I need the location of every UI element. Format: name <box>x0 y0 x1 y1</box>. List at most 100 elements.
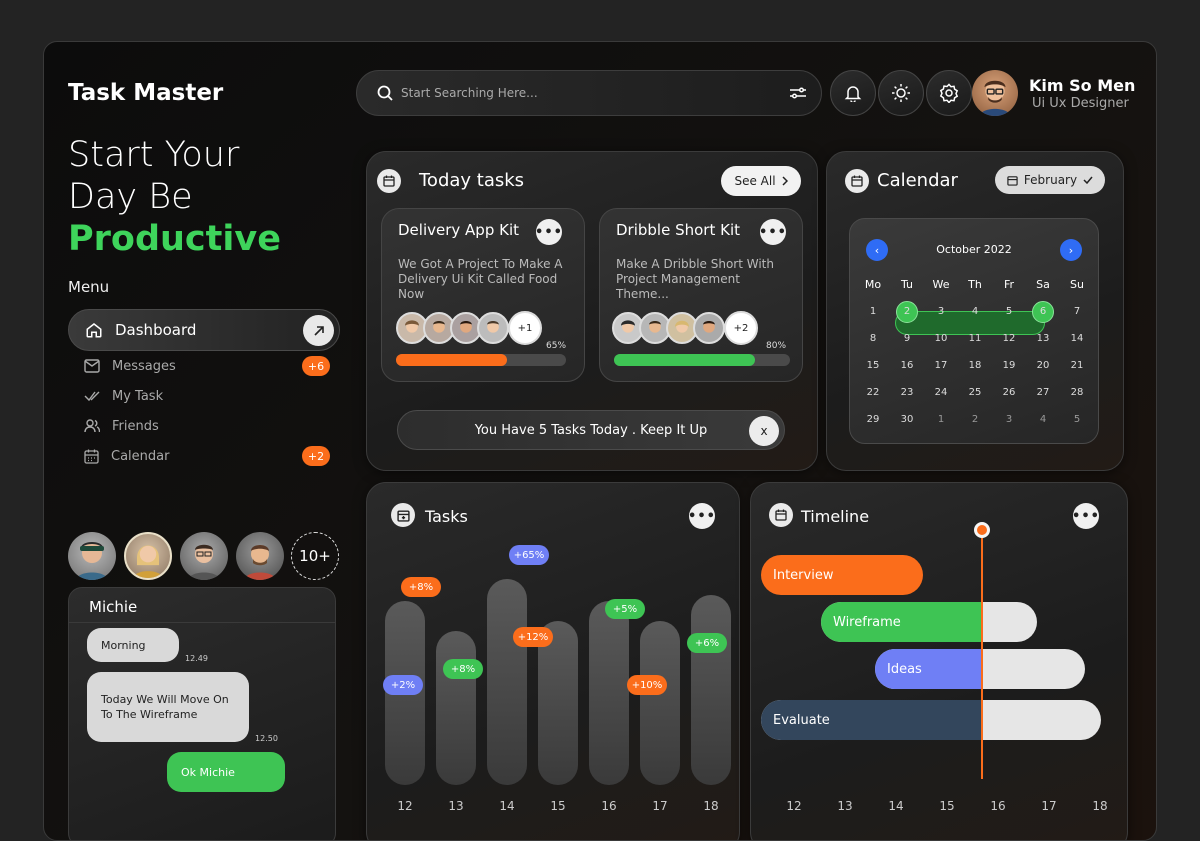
month-select[interactable]: February <box>995 166 1105 194</box>
calendar-day[interactable]: 2 <box>958 406 992 433</box>
x-axis-label: 15 <box>939 799 955 813</box>
weekday-label: Tu <box>900 278 914 291</box>
calendar-day[interactable]: 30 <box>890 406 924 433</box>
sidebar-item-messages[interactable]: Messages +6 <box>84 354 330 378</box>
settings-button[interactable] <box>926 70 972 116</box>
see-all-button[interactable]: See All <box>721 166 801 196</box>
x-axis-label: 18 <box>1092 799 1108 813</box>
timeline-marker-dot[interactable] <box>974 522 990 538</box>
calendar-day[interactable]: 16 <box>890 352 924 379</box>
user-avatar[interactable] <box>972 70 1018 116</box>
calendar-day[interactable]: 23 <box>890 379 924 406</box>
calendar-day[interactable]: 21 <box>1060 352 1094 379</box>
sidebar-item-label: My Task <box>112 388 164 404</box>
sidebar-item-my-task[interactable]: My Task <box>84 384 330 408</box>
task-card[interactable]: Delivery App Kit ••• We Got A Project To… <box>381 208 585 382</box>
sidebar-item-friends[interactable]: Friends <box>84 414 330 438</box>
calendar-day[interactable]: 20 <box>1026 352 1060 379</box>
calendar-day[interactable]: 14 <box>1060 325 1094 352</box>
calendar-icon <box>845 169 869 193</box>
task-bar[interactable] <box>436 631 476 785</box>
progress-percent: 80% <box>766 341 787 351</box>
task-card[interactable]: Dribble Short Kit ••• Make A Dribble Sho… <box>599 208 803 382</box>
more-options-button[interactable]: ••• <box>688 503 715 529</box>
notification-button[interactable] <box>830 70 876 116</box>
task-bar[interactable] <box>487 579 527 785</box>
home-icon <box>86 323 102 338</box>
timeline-current-marker <box>981 529 983 779</box>
check-icon <box>84 391 100 402</box>
contact-avatar[interactable] <box>236 532 284 580</box>
calendar-day[interactable]: 3 <box>924 298 958 325</box>
calendar-day[interactable]: 5 <box>1060 406 1094 433</box>
contact-avatar[interactable] <box>180 532 228 580</box>
timeline-bar[interactable]: Wireframe <box>821 602 983 642</box>
task-bar[interactable] <box>589 601 629 785</box>
task-card-title: Dribble Short Kit <box>616 221 740 239</box>
search-bar[interactable]: Start Searching Here... <box>356 70 822 116</box>
calendar-day[interactable]: 12 <box>992 325 1026 352</box>
calendar-day[interactable]: 15 <box>856 352 890 379</box>
x-axis-label: 18 <box>703 799 719 813</box>
bar-value-label: +12% <box>513 627 553 647</box>
calendar-day[interactable]: 9 <box>890 325 924 352</box>
calendar-day[interactable]: 24 <box>924 379 958 406</box>
calendar-day[interactable]: 28 <box>1060 379 1094 406</box>
more-members-button[interactable]: +2 <box>724 311 758 345</box>
calendar-day[interactable]: 27 <box>1026 379 1060 406</box>
filter-icon[interactable] <box>789 86 807 100</box>
weekday-label: Mo <box>864 278 882 291</box>
tasks-chart-title: Tasks <box>425 507 468 526</box>
more-members-button[interactable]: +1 <box>508 311 542 345</box>
arrow-up-right-icon[interactable] <box>303 315 334 346</box>
calendar-day[interactable]: 4 <box>958 298 992 325</box>
chat-panel: Michie Morning 12.49 Today We Will Move … <box>68 587 336 840</box>
search-input[interactable]: Start Searching Here... <box>401 86 538 100</box>
x-axis-label: 16 <box>990 799 1006 813</box>
task-bar[interactable] <box>640 621 680 785</box>
calendar-day[interactable]: 26 <box>992 379 1026 406</box>
calendar-day[interactable]: 17 <box>924 352 958 379</box>
calendar-day[interactable]: 5 <box>992 298 1026 325</box>
contact-avatar-selected[interactable] <box>124 532 172 580</box>
calendar-day[interactable]: 6 <box>1026 298 1060 325</box>
tasks-notice-banner: You Have 5 Tasks Today . Keep It Up x <box>397 410 785 450</box>
calendar-day[interactable]: 2 <box>890 298 924 325</box>
calendar-day[interactable]: 18 <box>958 352 992 379</box>
hero-line-2: Day Be <box>68 177 193 217</box>
notice-text: You Have 5 Tasks Today . Keep It Up <box>474 422 708 438</box>
calendar-day[interactable]: 19 <box>992 352 1026 379</box>
contact-avatar[interactable] <box>68 532 116 580</box>
calendar-day[interactable]: 22 <box>856 379 890 406</box>
calendar-day[interactable]: 10 <box>924 325 958 352</box>
calendar-panel: Calendar February ‹ October 2022 › Mo Tu W… <box>826 151 1124 471</box>
task-bar[interactable] <box>691 595 731 785</box>
calendar-day[interactable]: 11 <box>958 325 992 352</box>
calendar-day[interactable]: 13 <box>1026 325 1060 352</box>
calendar-day[interactable]: 7 <box>1060 298 1094 325</box>
calendar-day[interactable]: 4 <box>1026 406 1060 433</box>
timeline-bar[interactable]: Interview <box>761 555 923 595</box>
timeline-bar[interactable]: Evaluate <box>761 700 983 740</box>
user-role: Ui Ux Designer <box>1032 96 1129 111</box>
bar-value-label: +2% <box>383 675 423 695</box>
hero-line-1: Start Your <box>68 135 240 175</box>
calendar-day[interactable]: 1 <box>924 406 958 433</box>
theme-toggle-button[interactable] <box>878 70 924 116</box>
calendar-day[interactable]: 3 <box>992 406 1026 433</box>
sidebar-item-calendar[interactable]: Calendar +2 <box>84 444 330 468</box>
sidebar-item-dashboard[interactable]: Dashboard <box>68 309 340 351</box>
more-options-button[interactable]: ••• <box>1072 503 1099 529</box>
calendar-day[interactable]: 29 <box>856 406 890 433</box>
calendar-day[interactable]: 8 <box>856 325 890 352</box>
calendar-day[interactable]: 1 <box>856 298 890 325</box>
close-notice-button[interactable]: x <box>749 416 779 446</box>
calendar-day[interactable]: 25 <box>958 379 992 406</box>
timeline-bar[interactable]: Ideas <box>875 649 983 689</box>
calendar-icon <box>1007 175 1018 186</box>
more-contacts-button[interactable]: 10+ <box>291 532 339 580</box>
sidebar-item-label: Calendar <box>111 448 170 464</box>
more-options-button[interactable]: ••• <box>535 219 562 245</box>
chevron-right-icon[interactable]: › <box>1060 239 1082 261</box>
more-options-button[interactable]: ••• <box>759 219 786 245</box>
